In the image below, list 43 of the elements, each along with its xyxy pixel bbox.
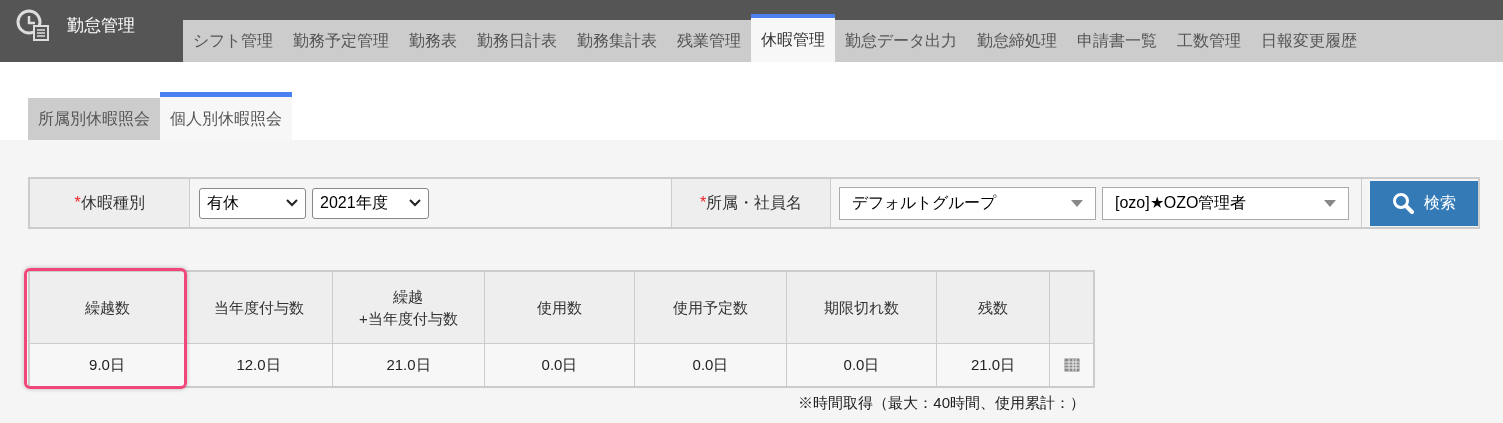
table-cell: 21.0日: [937, 344, 1050, 386]
note-text: ※時間取得（最大：40時間、使用累計：）: [798, 393, 1085, 413]
nav-tab[interactable]: シフト管理: [183, 20, 283, 62]
nav-tab[interactable]: 勤務日計表: [467, 20, 567, 62]
chevron-down-icon: [409, 199, 421, 207]
employee-label: *所属・社員名: [699, 193, 803, 213]
column-header: 当年度付与数: [185, 272, 333, 343]
app-title: 勤怠管理: [67, 15, 135, 38]
fiscal-year-select[interactable]: 2021年度: [312, 187, 429, 219]
nav-tab[interactable]: 休暇管理: [751, 14, 835, 62]
column-header: 繰越 +当年度付与数: [333, 272, 485, 343]
table-cell: 9.0日: [30, 344, 185, 386]
chevron-down-icon: [286, 199, 298, 207]
table-cell: 0.0日: [635, 344, 787, 386]
nav-tab[interactable]: 工数管理: [1167, 20, 1251, 62]
column-header: 期限切れ数: [787, 272, 937, 343]
nav-tab[interactable]: 勤務集計表: [567, 20, 667, 62]
table-cell: 12.0日: [185, 344, 333, 386]
column-header: 使用数: [485, 272, 635, 343]
sub-tab[interactable]: 個人別休暇照会: [160, 92, 292, 140]
sub-tab[interactable]: 所属別休暇照会: [28, 98, 160, 140]
nav-tab[interactable]: 勤務予定管理: [283, 20, 399, 62]
group-select[interactable]: デフォルトグループ: [839, 186, 1096, 220]
table-cell: 21.0日: [333, 344, 485, 386]
leave-type-label: *休暇種別: [74, 193, 145, 213]
table-cell: 0.0日: [485, 344, 635, 386]
column-header: 使用予定数: [635, 272, 787, 343]
calendar-icon[interactable]: [1063, 358, 1080, 372]
nav-tab[interactable]: 勤務表: [399, 20, 467, 62]
table-cell: 0.0日: [787, 344, 937, 386]
column-header: 残数: [937, 272, 1050, 343]
search-button[interactable]: 検索: [1370, 180, 1478, 226]
column-header: 繰越数: [30, 272, 185, 343]
nav-tab[interactable]: 残業管理: [667, 20, 751, 62]
nav-tab[interactable]: 勤怠データ出力: [835, 20, 967, 62]
nav-tab[interactable]: 申請書一覧: [1067, 20, 1167, 62]
employee-select[interactable]: [ozo]★OZO管理者: [1102, 186, 1349, 220]
leave-type-select[interactable]: 有休: [199, 187, 306, 219]
nav-tab[interactable]: 勤怠締処理: [967, 20, 1067, 62]
caret-down-icon: [1071, 199, 1083, 207]
nav-tab[interactable]: 日報変更履歴: [1251, 20, 1367, 62]
search-icon: [1392, 192, 1414, 214]
caret-down-icon: [1324, 199, 1336, 207]
